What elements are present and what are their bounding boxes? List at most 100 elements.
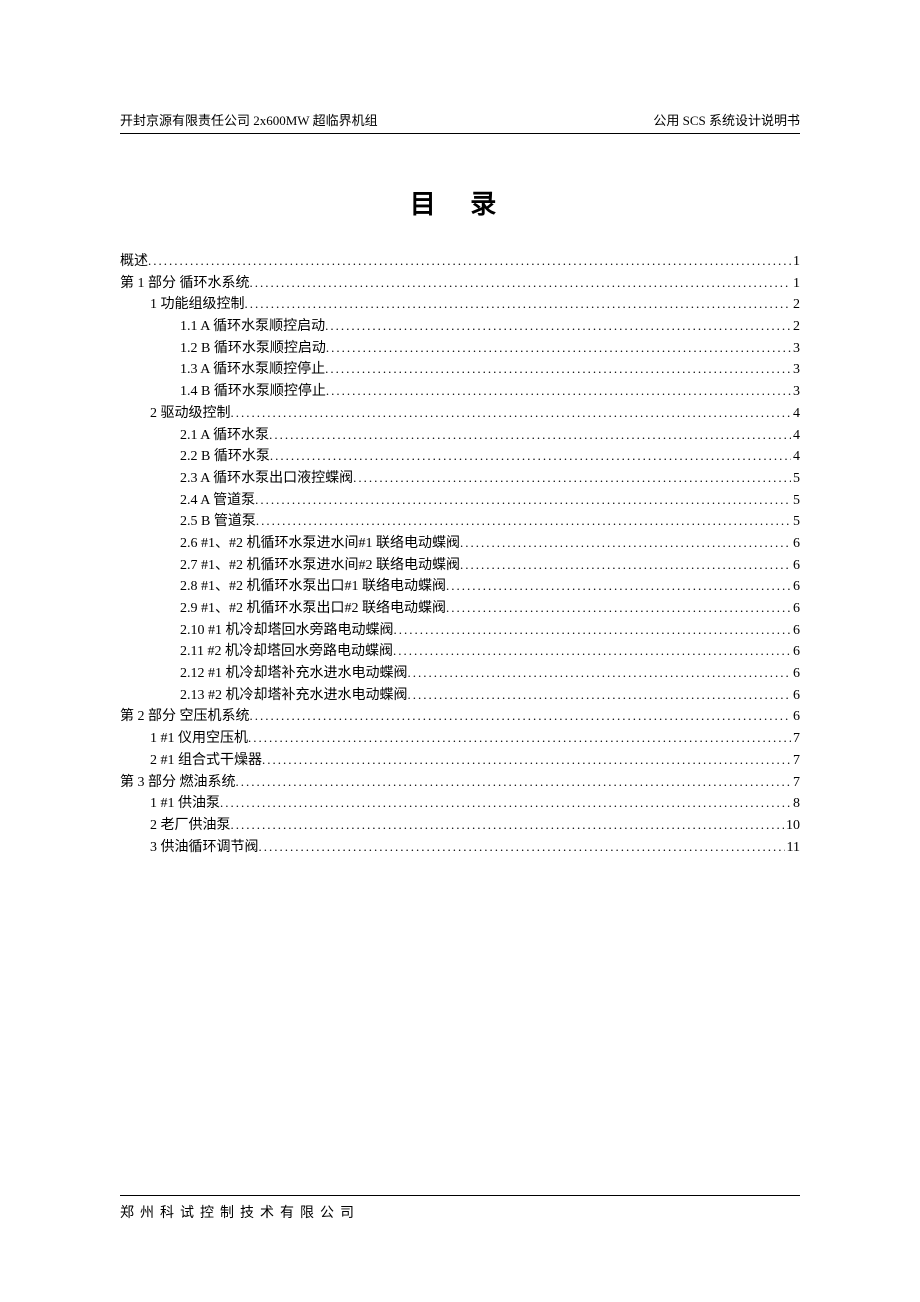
toc-leader-dots bbox=[250, 273, 792, 293]
toc-leader-dots bbox=[259, 837, 785, 857]
toc-entry: 2.8 #1、#2 机循环水泵出口#1 联络电动蝶阀 6 bbox=[120, 576, 800, 598]
toc-leader-dots bbox=[248, 728, 791, 748]
toc-entry-label: 第 3 部分 燃油系统 bbox=[120, 772, 236, 794]
toc-leader-dots bbox=[245, 294, 792, 314]
toc-entry: 1.2 B 循环水泵顺控启动3 bbox=[120, 338, 800, 360]
toc-leader-dots bbox=[220, 793, 791, 813]
toc-entry: 2.2 B 循环水泵 4 bbox=[120, 446, 800, 468]
toc-entry: 1.4 B 循环水泵顺控停止3 bbox=[120, 381, 800, 403]
toc-entry-label: 概述 bbox=[120, 251, 148, 273]
toc-entry-label: 1 #1 仪用空压机 bbox=[150, 728, 248, 750]
toc-entry-page: 5 bbox=[791, 468, 800, 490]
toc-entry-page: 7 bbox=[791, 750, 800, 772]
toc-entry-label: 2.5 B 管道泵 bbox=[180, 511, 256, 533]
toc-leader-dots bbox=[270, 446, 791, 466]
toc-entry: 概述 1 bbox=[120, 251, 800, 273]
toc-entry: 第 3 部分 燃油系统7 bbox=[120, 772, 800, 794]
toc-entry-label: 1.1 A 循环水泵顺控启动 bbox=[180, 316, 325, 338]
toc-entry-page: 1 bbox=[791, 273, 800, 295]
toc-entry-page: 5 bbox=[791, 511, 800, 533]
toc-leader-dots bbox=[262, 750, 791, 770]
toc-entry: 2.1 A 循环水泵 4 bbox=[120, 425, 800, 447]
toc-leader-dots bbox=[460, 533, 791, 553]
toc-entry-page: 6 bbox=[791, 555, 800, 577]
toc-entry: 2.6 #1、#2 机循环水泵进水间#1 联络电动蝶阀6 bbox=[120, 533, 800, 555]
toc-entry-page: 6 bbox=[791, 576, 800, 598]
toc-leader-dots bbox=[408, 663, 792, 683]
toc-entry-page: 6 bbox=[791, 533, 800, 555]
toc-entry: 2 #1 组合式干燥器 7 bbox=[120, 750, 800, 772]
toc-entry-page: 4 bbox=[791, 425, 800, 447]
toc-leader-dots bbox=[446, 576, 791, 596]
toc-entry: 2.5 B 管道泵 5 bbox=[120, 511, 800, 533]
toc-entry-label: 1 #1 供油泵 bbox=[150, 793, 220, 815]
toc-entry: 第 1 部分 循环水系统 1 bbox=[120, 273, 800, 295]
toc-entry-label: 3 供油循环调节阀 bbox=[150, 837, 259, 859]
toc-entry: 1.3 A 循环水泵顺控停止 3 bbox=[120, 359, 800, 381]
document-page: 开封京源有限责任公司 2x600MW 超临界机组 公用 SCS 系统设计说明书 … bbox=[0, 0, 920, 1302]
toc-entry: 2.11 #2 机冷却塔回水旁路电动蝶阀 6 bbox=[120, 641, 800, 663]
toc-entry-page: 1 bbox=[791, 251, 800, 273]
toc-leader-dots bbox=[148, 251, 791, 271]
toc-entry: 2.7 #1、#2 机循环水泵进水间#2 联络电动蝶阀6 bbox=[120, 555, 800, 577]
toc-leader-dots bbox=[394, 620, 792, 640]
header-left: 开封京源有限责任公司 2x600MW 超临界机组 bbox=[120, 110, 378, 129]
toc-entry-page: 4 bbox=[791, 446, 800, 468]
toc-entry-label: 2.11 #2 机冷却塔回水旁路电动蝶阀 bbox=[180, 641, 393, 663]
toc-entry-page: 10 bbox=[784, 815, 800, 837]
toc-entry: 2 老厂供油泵10 bbox=[120, 815, 800, 837]
toc-entry-label: 2.9 #1、#2 机循环水泵出口#2 联络电动蝶阀 bbox=[180, 598, 446, 620]
toc-leader-dots bbox=[325, 316, 791, 336]
toc-entry-label: 1.3 A 循环水泵顺控停止 bbox=[180, 359, 325, 381]
toc-entry-label: 2.3 A 循环水泵出口液控蝶阀 bbox=[180, 468, 353, 490]
toc-entry-label: 2.2 B 循环水泵 bbox=[180, 446, 270, 468]
page-header: 开封京源有限责任公司 2x600MW 超临界机组 公用 SCS 系统设计说明书 bbox=[120, 110, 800, 134]
toc-entry-page: 6 bbox=[791, 663, 800, 685]
toc-entry-label: 2.13 #2 机冷却塔补充水进水电动蝶阀 bbox=[180, 685, 408, 707]
toc-entry-label: 2 #1 组合式干燥器 bbox=[150, 750, 262, 772]
toc-entry-label: 2.1 A 循环水泵 bbox=[180, 425, 269, 447]
toc-entry: 1.1 A 循环水泵顺控启动 2 bbox=[120, 316, 800, 338]
toc-entry: 2.12 #1 机冷却塔补充水进水电动蝶阀 6 bbox=[120, 663, 800, 685]
toc-entry-label: 2 驱动级控制 bbox=[150, 403, 231, 425]
toc-entry: 第 2 部分 空压机系统6 bbox=[120, 706, 800, 728]
toc-entry-label: 2.12 #1 机冷却塔补充水进水电动蝶阀 bbox=[180, 663, 408, 685]
toc-leader-dots bbox=[325, 359, 791, 379]
toc-entry-page: 8 bbox=[791, 793, 800, 815]
toc-entry-page: 6 bbox=[791, 706, 800, 728]
toc-leader-dots bbox=[393, 641, 791, 661]
toc-entry: 2.3 A 循环水泵出口液控蝶阀 5 bbox=[120, 468, 800, 490]
table-of-contents: 概述1第 1 部分 循环水系统11 功能组级控制21.1 A 循环水泵顺控启动2… bbox=[120, 251, 800, 858]
toc-leader-dots bbox=[446, 598, 791, 618]
toc-entry-page: 6 bbox=[791, 685, 800, 707]
toc-entry: 2.9 #1、#2 机循环水泵出口#2 联络电动蝶阀 6 bbox=[120, 598, 800, 620]
toc-leader-dots bbox=[256, 511, 791, 531]
toc-entry: 3 供油循环调节阀 11 bbox=[120, 837, 800, 859]
toc-entry-page: 11 bbox=[785, 837, 800, 859]
toc-entry: 1 #1 仪用空压机7 bbox=[120, 728, 800, 750]
toc-entry-label: 2.10 #1 机冷却塔回水旁路电动蝶阀 bbox=[180, 620, 394, 642]
toc-leader-dots bbox=[353, 468, 791, 488]
toc-entry: 1 功能组级控制2 bbox=[120, 294, 800, 316]
toc-entry-label: 2.8 #1、#2 机循环水泵出口#1 联络电动蝶阀 bbox=[180, 576, 446, 598]
toc-entry-page: 2 bbox=[791, 316, 800, 338]
toc-leader-dots bbox=[236, 772, 792, 792]
header-right: 公用 SCS 系统设计说明书 bbox=[653, 110, 800, 129]
toc-entry: 2 驱动级控制4 bbox=[120, 403, 800, 425]
toc-leader-dots bbox=[255, 490, 791, 510]
toc-leader-dots bbox=[326, 381, 791, 401]
toc-entry-page: 6 bbox=[791, 620, 800, 642]
toc-title: 目 录 bbox=[120, 184, 800, 221]
toc-entry: 1 #1 供油泵 8 bbox=[120, 793, 800, 815]
toc-entry-page: 6 bbox=[791, 641, 800, 663]
toc-entry-label: 第 1 部分 循环水系统 bbox=[120, 273, 250, 295]
toc-entry-page: 6 bbox=[791, 598, 800, 620]
toc-entry-label: 2.4 A 管道泵 bbox=[180, 490, 255, 512]
toc-entry-page: 3 bbox=[791, 359, 800, 381]
toc-entry-label: 1.4 B 循环水泵顺控停止 bbox=[180, 381, 326, 403]
page-footer: 郑州科试控制技术有限公司 bbox=[120, 1195, 800, 1222]
toc-entry-label: 1 功能组级控制 bbox=[150, 294, 245, 316]
toc-entry-label: 1.2 B 循环水泵顺控启动 bbox=[180, 338, 326, 360]
toc-entry-page: 5 bbox=[791, 490, 800, 512]
toc-leader-dots bbox=[326, 338, 791, 358]
